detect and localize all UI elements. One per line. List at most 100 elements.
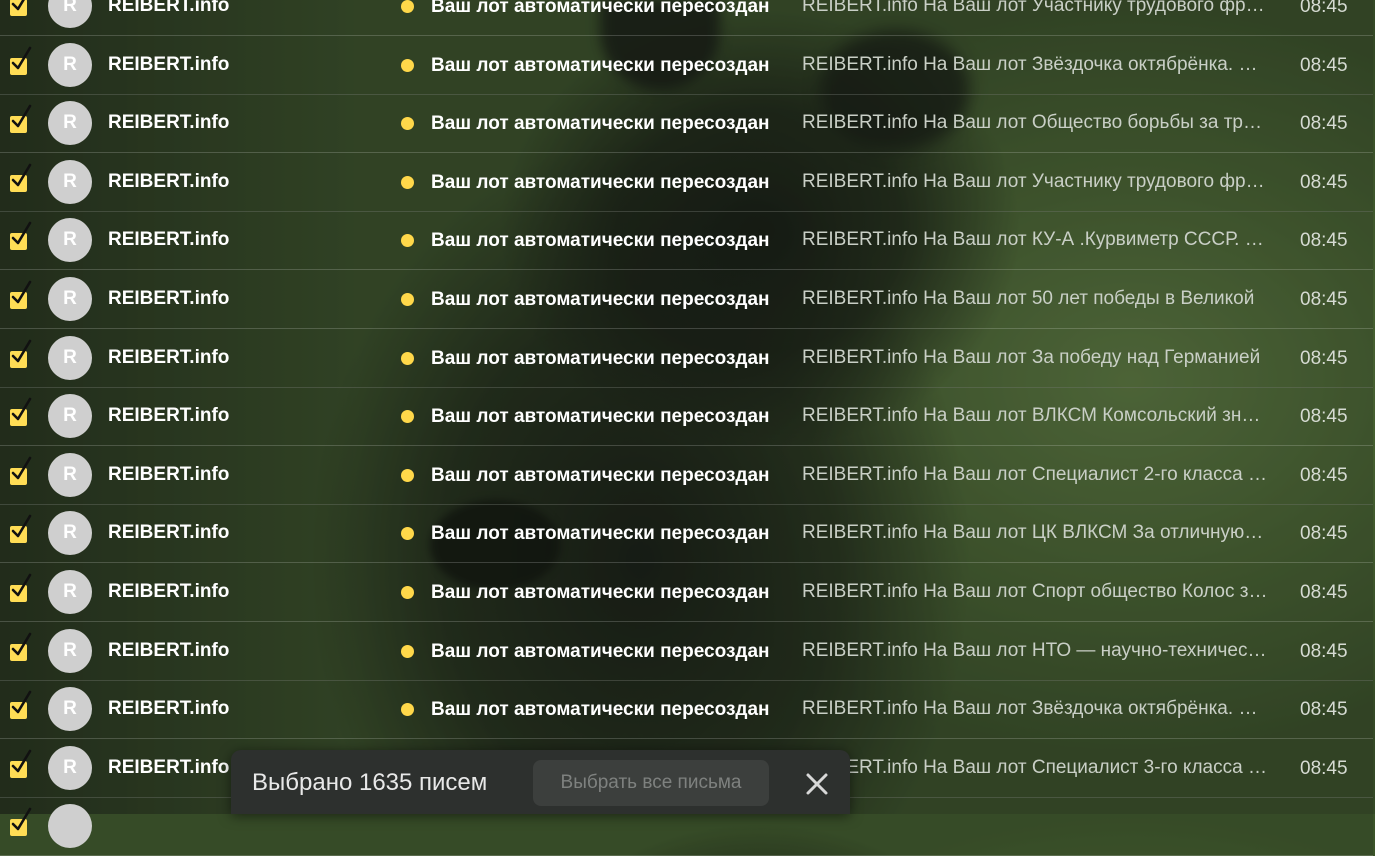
- message-subject: Ваш лот автоматически пересоздан: [431, 406, 770, 427]
- checkmark-icon: [11, 573, 32, 597]
- selection-toast: Выбрано 1635 писем Выбрать все письма: [231, 750, 850, 814]
- close-toast-button[interactable]: [801, 768, 833, 800]
- sender-name: REIBERT.info: [108, 54, 230, 75]
- message-row[interactable]: R REIBERT.info Ваш лот автоматически перес…: [0, 387, 1373, 446]
- sender-name: REIBERT.info: [108, 464, 230, 485]
- message-row[interactable]: R REIBERT.info Ваш лот автоматически перес…: [0, 622, 1373, 681]
- unread-dot-icon[interactable]: [401, 352, 414, 365]
- sender-avatar[interactable]: R: [48, 687, 92, 731]
- message-time: 08:45: [1300, 758, 1348, 779]
- message-checkbox[interactable]: [10, 807, 32, 836]
- message-snippet: REIBERT.info На Ваш лот 50 лет победы в …: [802, 288, 1255, 309]
- message-time: 08:45: [1300, 230, 1348, 251]
- unread-dot-icon[interactable]: [401, 234, 414, 247]
- message-row[interactable]: R REIBERT.info Ваш лот автоматически перес…: [0, 36, 1373, 95]
- unread-dot-icon[interactable]: [401, 0, 414, 13]
- message-row[interactable]: R REIBERT.info Ваш лот автоматически перес…: [0, 446, 1373, 505]
- unread-dot-icon[interactable]: [401, 176, 414, 189]
- message-row[interactable]: R REIBERT.info Ваш лот автоматически перес…: [0, 680, 1373, 739]
- sender-avatar[interactable]: R: [48, 746, 92, 790]
- message-row[interactable]: R REIBERT.info Ваш лот автоматически перес…: [0, 504, 1373, 563]
- checkmark-icon: [11, 632, 32, 656]
- checkmark-icon: [11, 221, 32, 245]
- sender-avatar[interactable]: R: [48, 0, 92, 28]
- message-checkbox[interactable]: [10, 104, 32, 133]
- unread-dot-icon[interactable]: [401, 469, 414, 482]
- unread-dot-icon[interactable]: [401, 645, 414, 658]
- message-snippet: REIBERT.info На Ваш лот Специалист 3-го …: [802, 757, 1268, 778]
- message-subject: Ваш лот автоматически пересоздан: [431, 172, 770, 193]
- sender-name: REIBERT.info: [108, 229, 230, 250]
- sender-avatar[interactable]: R: [48, 336, 92, 380]
- message-checkbox[interactable]: [10, 749, 32, 778]
- message-subject: Ваш лот автоматически пересоздан: [431, 641, 770, 662]
- message-checkbox[interactable]: [10, 397, 32, 426]
- message-snippet: REIBERT.info На Ваш лот ВЛКСМ Комсольски…: [802, 405, 1268, 426]
- message-checkbox[interactable]: [10, 456, 32, 485]
- unread-dot-icon[interactable]: [401, 59, 414, 72]
- message-checkbox[interactable]: [10, 573, 32, 602]
- message-checkbox[interactable]: [10, 280, 32, 309]
- unread-dot-icon[interactable]: [401, 293, 414, 306]
- checkmark-icon: [11, 456, 32, 480]
- message-time: 08:45: [1300, 348, 1348, 369]
- sender-avatar[interactable]: R: [48, 394, 92, 438]
- message-time: 08:45: [1300, 406, 1348, 427]
- unread-dot-icon[interactable]: [401, 410, 414, 423]
- checkmark-icon: [11, 807, 32, 831]
- sender-name: REIBERT.info: [108, 405, 230, 426]
- message-checkbox[interactable]: [10, 339, 32, 368]
- sender-name: REIBERT.info: [108, 112, 230, 133]
- close-icon: [806, 773, 828, 795]
- message-snippet: REIBERT.info На Ваш лот НТО — научно-тех…: [802, 640, 1268, 661]
- message-time: 08:45: [1300, 289, 1348, 310]
- sender-avatar[interactable]: R: [48, 277, 92, 321]
- checkmark-icon: [11, 397, 32, 421]
- message-subject: Ваш лот автоматически пересоздан: [431, 699, 770, 720]
- message-checkbox[interactable]: [10, 221, 32, 250]
- message-checkbox[interactable]: [10, 46, 32, 75]
- message-snippet: REIBERT.info На Ваш лот Участнику трудов…: [802, 171, 1268, 192]
- message-row[interactable]: R REIBERT.info Ваш лот автоматически перес…: [0, 211, 1373, 270]
- select-all-button[interactable]: Выбрать все письма: [533, 760, 769, 806]
- sender-avatar[interactable]: R: [48, 453, 92, 497]
- checkmark-icon: [11, 280, 32, 304]
- message-row[interactable]: R REIBERT.info Ваш лот автоматически перес…: [0, 0, 1373, 36]
- message-subject: Ваш лот автоматически пересоздан: [431, 582, 770, 603]
- sender-avatar[interactable]: R: [48, 101, 92, 145]
- unread-dot-icon[interactable]: [401, 117, 414, 130]
- unread-dot-icon[interactable]: [401, 703, 414, 716]
- checkmark-icon: [11, 339, 32, 363]
- message-row[interactable]: R REIBERT.info Ваш лот автоматически перес…: [0, 270, 1373, 329]
- message-snippet: REIBERT.info На Ваш лот Спорт общество К…: [802, 581, 1268, 602]
- message-time: 08:45: [1300, 523, 1348, 544]
- message-time: 08:45: [1300, 55, 1348, 76]
- checkmark-icon: [11, 0, 25, 11]
- checkmark-icon: [11, 163, 32, 187]
- message-subject: Ваш лот автоматически пересоздан: [431, 55, 770, 76]
- sender-avatar[interactable]: R: [48, 43, 92, 87]
- sender-avatar[interactable]: [48, 804, 92, 848]
- message-checkbox[interactable]: [10, 514, 32, 543]
- unread-dot-icon[interactable]: [401, 586, 414, 599]
- message-row[interactable]: R REIBERT.info Ваш лот автоматически перес…: [0, 329, 1373, 388]
- sender-avatar[interactable]: R: [48, 218, 92, 262]
- message-snippet: REIBERT.info На Ваш лот ЦК ВЛКСМ За отли…: [802, 522, 1268, 543]
- message-subject: Ваш лот автоматически пересоздан: [431, 348, 770, 369]
- message-subject: Ваш лот автоматически пересоздан: [431, 523, 770, 544]
- sender-avatar[interactable]: R: [48, 160, 92, 204]
- message-row[interactable]: R REIBERT.info Ваш лот автоматически перес…: [0, 153, 1373, 212]
- message-checkbox[interactable]: [10, 0, 27, 16]
- message-checkbox[interactable]: [10, 690, 32, 719]
- message-time: 08:45: [1300, 0, 1348, 17]
- message-subject: Ваш лот автоматически пересоздан: [431, 113, 770, 134]
- sender-avatar[interactable]: R: [48, 511, 92, 555]
- sender-name: REIBERT.info: [108, 698, 230, 719]
- message-checkbox[interactable]: [10, 632, 32, 661]
- sender-avatar[interactable]: R: [48, 570, 92, 614]
- message-row[interactable]: R REIBERT.info Ваш лот автоматически перес…: [0, 94, 1373, 153]
- sender-avatar[interactable]: R: [48, 629, 92, 673]
- message-row[interactable]: R REIBERT.info Ваш лот автоматически перес…: [0, 563, 1373, 622]
- unread-dot-icon[interactable]: [401, 527, 414, 540]
- message-checkbox[interactable]: [10, 163, 32, 192]
